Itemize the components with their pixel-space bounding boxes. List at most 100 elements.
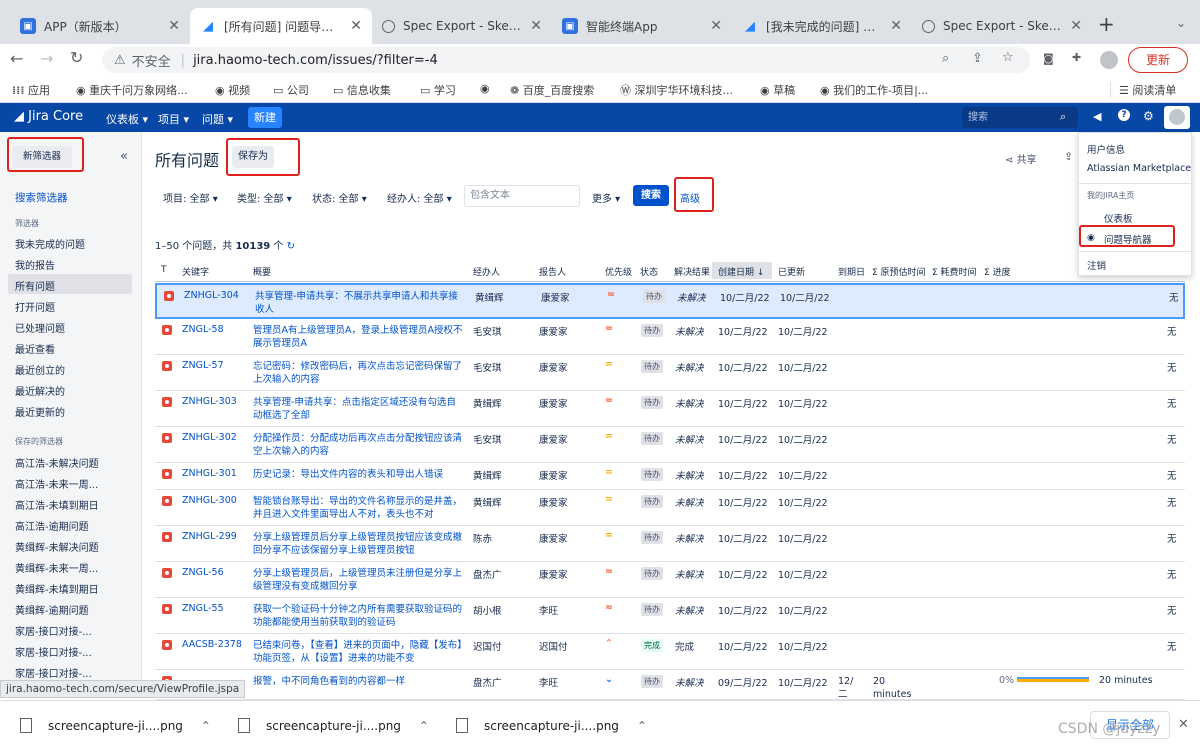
sidebar-item-created[interactable]: 最近创立的 [15, 362, 65, 377]
col-due[interactable]: 到期日 [838, 265, 865, 278]
bookmark-folder[interactable]: ▭ 信息收集 [333, 82, 391, 98]
reload-icon[interactable]: ↻ [70, 48, 83, 67]
issue-reporter[interactable]: 康爱家 [539, 432, 568, 446]
issue-summary[interactable]: 分享上级管理员后分享上级管理员按钮应该变成撤回分享不应该保留分享上级管理员按钮 [253, 531, 463, 557]
bookmark-item[interactable]: ❁ 百度_百度搜索 [510, 82, 594, 98]
issue-assignee[interactable]: 毛安琪 [473, 324, 502, 338]
bookmark-item[interactable]: ◉ 我们的工作-项目|... [820, 82, 928, 98]
saved-filter[interactable]: 高江浩-未解决问题 [15, 455, 99, 470]
issue-assignee[interactable]: 盘杰广 [473, 675, 502, 689]
bookmark-item[interactable]: ◉ 视频 [215, 82, 250, 98]
nav-issues[interactable]: 问题 ▾ [202, 111, 233, 127]
issue-reporter[interactable]: 迟国付 [539, 639, 568, 653]
table-row[interactable]: ZNHGL-303 共享管理-申请共享：点击指定区域还没有勾选自动框选了全部 黄缉辉… [155, 391, 1185, 427]
browser-tab[interactable]: ◢ [我未完成的问题] 问题! ✕ [732, 8, 912, 44]
status-filter[interactable]: 状态: 全部 ▾ [312, 190, 367, 205]
table-row[interactable]: ZNGL-57 忘记密码：修改密码后，再次点击忘记密码保留了上次输入的内容 毛安琪 康… [155, 355, 1185, 391]
download-item[interactable]: screencapture-ji....png ⌃ [238, 718, 429, 733]
sidebar-item-open[interactable]: 打开问题 [15, 299, 55, 314]
issue-summary[interactable]: 获取一个验证码十分钟之内所有需要获取验证码的功能都能使用当前获取到的验证码 [253, 603, 463, 629]
sidebar-item-my-open[interactable]: 我未完成的问题 [15, 236, 85, 251]
bookmark-item[interactable]: ◉ 重庆千问万象网络... [76, 82, 188, 98]
issue-key[interactable]: ZNGL-58 [182, 324, 224, 335]
update-button[interactable]: 更新 [1128, 47, 1188, 73]
gear-icon[interactable]: ⚙ [1143, 109, 1154, 123]
issue-assignee[interactable]: 毛安琪 [473, 360, 502, 374]
close-icon[interactable]: ✕ [350, 18, 362, 34]
table-row[interactable]: ZNHGL-302 分配操作员：分配成功后再次点击分配按钮应该清空上次输入的内容毛… [155, 427, 1185, 463]
col-priority[interactable]: 优先级 [605, 265, 632, 278]
browser-tab[interactable]: ▣ 智能终端App ✕ [552, 8, 732, 44]
issue-summary[interactable]: 共享管理-申请共享：不展示共享申请人和共享接收人 [255, 290, 465, 316]
browser-tab-active[interactable]: ◢ [所有问题] 问题导航器 - ✕ [190, 8, 372, 44]
close-icon[interactable]: ✕ [1070, 18, 1082, 34]
bookmark-item[interactable]: ◉ 草稿 [760, 82, 795, 98]
table-row[interactable]: ZNGL-56 分享上级管理员后，上级管理员未注册但是分享上级管理没有变成撤回分享… [155, 562, 1185, 598]
issue-summary[interactable]: 智能锁台账导出：导出的文件名称显示的是井盖，并且进入文件里面导出人不对，表头也不… [253, 495, 463, 521]
camera-icon[interactable]: ◙ [1043, 52, 1054, 65]
jira-logo[interactable]: ◢ Jira Core [14, 109, 83, 124]
issue-assignee[interactable]: 陈赤 [473, 531, 492, 545]
issue-summary[interactable]: 报警，中不同角色看到的内容都一样 [253, 675, 463, 688]
star-icon[interactable]: ☆ [1002, 50, 1014, 65]
download-item[interactable]: screencapture-ji....png ⌃ [456, 718, 647, 733]
table-row[interactable]: ZNHGL-299 分享上级管理员后分享上级管理员按钮应该变成撤回分享不应该保留分… [155, 526, 1185, 562]
text-filter-input[interactable]: 包含文本 [464, 185, 580, 207]
issue-key[interactable]: ZNHGL-301 [182, 468, 237, 479]
issue-reporter[interactable]: 李旺 [539, 603, 558, 617]
col-type[interactable]: T [161, 265, 167, 275]
close-icon[interactable]: ✕ [530, 18, 542, 34]
browser-tab[interactable]: Spec Export - Sketch ✕ [912, 8, 1092, 44]
issue-reporter[interactable]: 康爱家 [541, 290, 570, 304]
col-time-spent[interactable]: Σ 耗费时间 [932, 265, 977, 278]
table-row[interactable]: 报警，中不同角色看到的内容都一样 盘杰广 李旺 ⌄ 待办 未解决 09/二月/22 10/二月… [155, 670, 1185, 713]
assignee-filter[interactable]: 经办人: 全部 ▾ [387, 190, 452, 205]
issue-assignee[interactable]: 黄缉辉 [473, 495, 502, 509]
col-reporter[interactable]: 报告人 [539, 265, 566, 278]
new-tab-button[interactable]: + [1098, 12, 1115, 36]
help-icon[interactable]: ? [1118, 109, 1130, 121]
col-resolution[interactable]: 解决结果 [674, 265, 710, 278]
search-button[interactable]: 搜索 [633, 185, 669, 206]
saved-filter[interactable]: 家居-接口对接-... [15, 665, 92, 680]
share-button[interactable]: ⋖ 共享 [1005, 151, 1037, 166]
share-icon[interactable]: ⇪ [972, 51, 983, 66]
nav-dashboards[interactable]: 仪表板 ▾ [106, 111, 148, 127]
col-progress[interactable]: Σ 进度 [984, 265, 1011, 278]
browser-tab[interactable]: Spec Export - Sketch ✕ [372, 8, 552, 44]
url-bar[interactable]: ⚠ 不安全 | jira.haomo-tech.com/issues/?filt… [102, 47, 1030, 73]
issue-key[interactable]: AACSB-2378 [182, 639, 242, 650]
saved-filter[interactable]: 黄缉辉-未解决问题 [15, 539, 99, 554]
issue-summary[interactable]: 历史记录：导出文件内容的表头和导出人错误 [253, 468, 463, 481]
bookmark-item[interactable]: ⁞⁞⁞ 应用 [12, 82, 50, 98]
zoom-icon[interactable]: ⌕ [942, 51, 949, 66]
sidebar-item-resolved[interactable]: 已处理问题 [15, 320, 65, 335]
issue-key[interactable]: ZNHGL-303 [182, 396, 237, 407]
saved-filter[interactable]: 高江浩-逾期问题 [15, 518, 89, 533]
issue-key[interactable]: ZNGL-55 [182, 603, 224, 614]
issue-key[interactable]: ZNHGL-299 [182, 531, 237, 542]
notification-icon[interactable]: ◀ [1093, 110, 1101, 123]
search-filters-link[interactable]: 搜索筛选器 [15, 190, 68, 205]
saved-filter[interactable]: 高江浩-未填到期日 [15, 497, 99, 512]
table-row[interactable]: ZNHGL-301 历史记录：导出文件内容的表头和导出人错误 黄缉辉 康爱家 = 待办 未解… [155, 463, 1185, 490]
issue-reporter[interactable]: 康爱家 [539, 495, 568, 509]
saved-filter[interactable]: 黄缉辉-未来一周... [15, 560, 98, 575]
issue-summary[interactable]: 管理员A有上级管理员A，登录上级管理员A授权不展示管理员A [253, 324, 463, 350]
issue-key[interactable]: ZNHGL-302 [182, 432, 237, 443]
issue-reporter[interactable]: 康爱家 [539, 324, 568, 338]
bookmark-item[interactable]: Ⓦ 深圳宇华环境科技... [620, 82, 733, 98]
col-assignee[interactable]: 经办人 [473, 265, 500, 278]
col-estimate[interactable]: Σ 原预估时间 [872, 265, 926, 278]
table-row[interactable]: ZNHGL-300 智能锁台账导出：导出的文件名称显示的是井盖，并且进入文件里面导… [155, 490, 1185, 526]
export-icon[interactable]: ⇪ [1064, 150, 1073, 163]
issue-reporter[interactable]: 康爱家 [539, 531, 568, 545]
more-filter[interactable]: 更多 ▾ [592, 190, 620, 205]
bookmark-folder[interactable]: ▭ 公司 [273, 82, 309, 98]
issue-assignee[interactable]: 黄缉辉 [473, 468, 502, 482]
issue-assignee[interactable]: 黄缉辉 [473, 396, 502, 410]
issue-reporter[interactable]: 康爱家 [539, 567, 568, 581]
sidebar-item-updated[interactable]: 最近更新的 [15, 404, 65, 419]
saved-filter[interactable]: 高江浩-未来一周... [15, 476, 98, 491]
table-row[interactable]: ZNGL-58 管理员A有上级管理员A，登录上级管理员A授权不展示管理员A 毛安琪 康… [155, 319, 1185, 355]
